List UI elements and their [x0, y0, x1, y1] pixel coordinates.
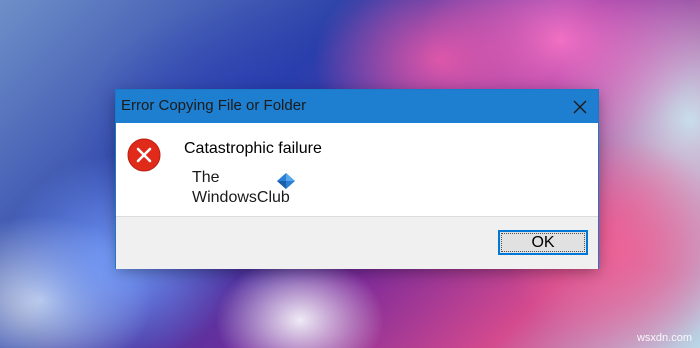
close-button[interactable] [562, 90, 598, 123]
watermark-line1: The [192, 169, 220, 186]
error-message: Catastrophic failure [184, 140, 322, 157]
ok-button[interactable]: OK [498, 230, 588, 255]
watermark: The WindowsClub [192, 169, 332, 213]
error-dialog: Error Copying File or Folder Catastrophi… [116, 90, 598, 269]
close-icon [573, 100, 587, 113]
watermark-line2: WindowsClub [192, 189, 290, 206]
windowsclub-logo-icon [277, 173, 295, 189]
error-icon [127, 138, 161, 172]
dialog-footer: OK [116, 216, 598, 269]
site-watermark: wsxdn.com [636, 332, 692, 344]
ok-button-label: OK [531, 233, 555, 251]
dialog-content: Catastrophic failure The WindowsClub [116, 123, 598, 216]
dialog-title: Error Copying File or Folder [121, 97, 307, 114]
dialog-titlebar[interactable]: Error Copying File or Folder [116, 90, 598, 123]
